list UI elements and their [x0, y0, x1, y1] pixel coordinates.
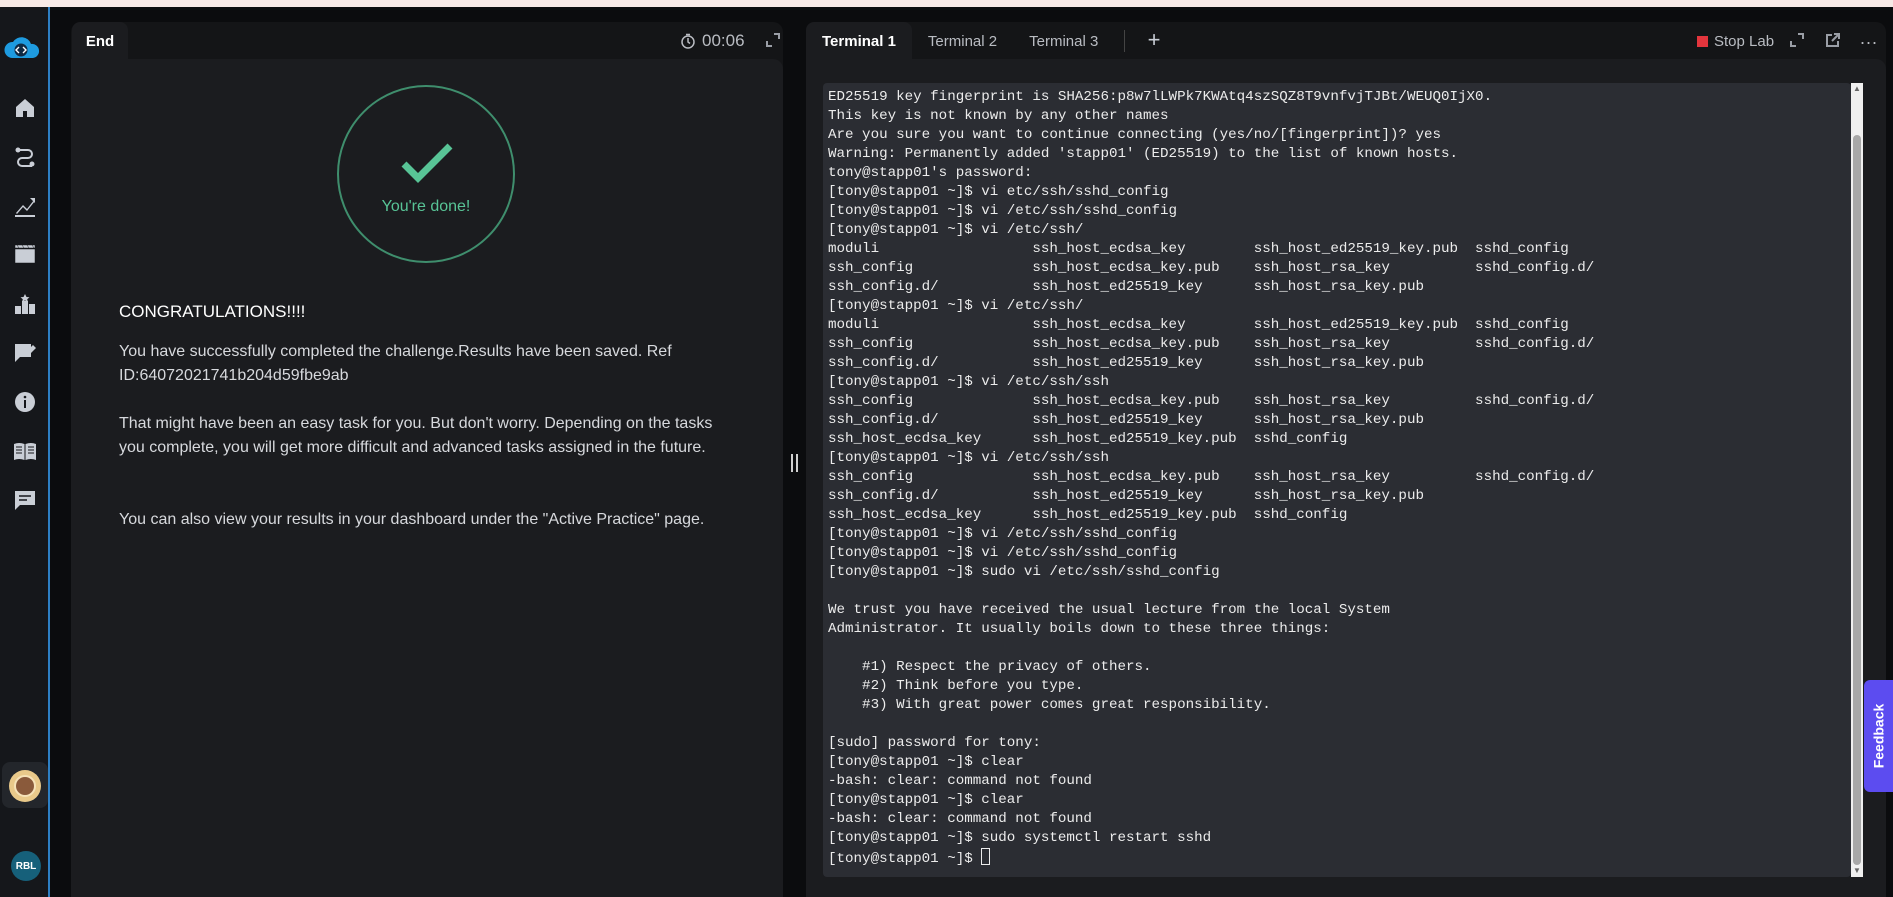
done-text: You're done! [381, 198, 471, 215]
terminal-line: [tony@stapp01 ~]$ vi /etc/ssh/sshd_confi… [828, 203, 1178, 219]
terminal-line: #3) With great power comes great respons… [862, 697, 1271, 713]
feedback-button[interactable]: Feedback [1864, 680, 1893, 792]
timer-value: 00:06 [702, 31, 745, 50]
terminal-line: [tony@stapp01 ~]$ clear [828, 792, 1024, 808]
terminal-line: [tony@stapp01 ~]$ vi /etc/ssh/ [828, 298, 1084, 314]
feedback-label: Feedback [1870, 703, 1887, 769]
home-icon[interactable] [12, 95, 38, 121]
tab-terminal-2[interactable]: Terminal 2 [912, 22, 1013, 60]
terminal-line: [tony@stapp01 ~]$ vi /etc/ssh/ssh [828, 374, 1109, 390]
tab-terminal-3[interactable]: Terminal 3 [1013, 22, 1114, 60]
terminal-line: tony@stapp01's password: [828, 165, 1033, 181]
terminal-line: [tony@stapp01 ~]$ vi /etc/ssh/sshd_confi… [828, 545, 1178, 561]
terminal-line: This key is not known by any other names [828, 108, 1169, 124]
terminal-tabs: Terminal 1 Terminal 2 Terminal 3 [806, 22, 1114, 60]
terminal-line: [tony@stapp01 ~]$ sudo vi /etc/ssh/sshd_… [828, 564, 1220, 580]
terminal-line: -bash: clear: command not found [828, 811, 1092, 827]
panel-splitter[interactable] [789, 454, 799, 472]
terminal-line: ssh_config.d/ ssh_host_ed25519_key ssh_h… [828, 488, 1424, 504]
avatar[interactable] [9, 770, 41, 802]
video-icon[interactable] [12, 242, 38, 268]
terminal-line: Administrator. It usually boils down to … [828, 621, 1331, 637]
avatar-face-icon [14, 775, 36, 797]
terminal-line: ssh_config.d/ ssh_host_ed25519_key ssh_h… [828, 412, 1424, 428]
timer: 00:06 [680, 30, 745, 52]
chat-icon[interactable] [12, 487, 38, 513]
terminal-line: [tony@stapp01 ~]$ vi /etc/ssh/ [828, 222, 1084, 238]
tab-end[interactable]: End [72, 22, 128, 60]
terminal-line: #1) Respect the privacy of others. [862, 659, 1152, 675]
terminal-cursor [981, 848, 991, 865]
scroll-up-icon[interactable]: ▲ [1853, 85, 1861, 93]
terminal-prompt: [tony@stapp01 ~]$ [828, 851, 982, 867]
terminal-line: moduli ssh_host_ecdsa_key ssh_host_ed255… [828, 317, 1569, 333]
terminal-scroll-thumb[interactable] [1853, 135, 1861, 865]
terminal-line: ssh_config ssh_host_ecdsa_key.pub ssh_ho… [828, 336, 1595, 352]
congrats-heading: CONGRATULATIONS!!!! [119, 302, 306, 321]
terminal-line: [tony@stapp01 ~]$ vi /etc/ssh/ssh [828, 450, 1109, 466]
stop-lab-button[interactable]: Stop Lab [1697, 30, 1774, 52]
stopwatch-icon [681, 33, 695, 49]
expand-terminal-icon[interactable] [1790, 33, 1806, 49]
user-initials-badge[interactable]: RBL [11, 851, 41, 881]
add-terminal-button[interactable]: + [1142, 27, 1166, 52]
terminal-line: [tony@stapp01 ~]$ sudo systemctl restart… [828, 830, 1212, 846]
terminal-line: [tony@stapp01 ~]$ vi /etc/ssh/sshd_confi… [828, 526, 1178, 542]
stop-icon [1697, 35, 1708, 47]
terminal-line: Are you sure you want to continue connec… [828, 127, 1441, 143]
more-options-icon[interactable]: ... [1860, 28, 1878, 49]
terminal-line: ssh_host_ecdsa_key ssh_host_ed25519_key.… [828, 431, 1348, 447]
result-message: You have successfully completed the chal… [119, 343, 672, 384]
app-logo-icon[interactable] [2, 34, 42, 64]
terminal-line: ssh_config ssh_host_ecdsa_key.pub ssh_ho… [828, 260, 1595, 276]
roadmap-icon[interactable] [12, 144, 38, 170]
terminal-line: [tony@stapp01 ~]$ vi etc/ssh/sshd_config [828, 184, 1169, 200]
terminal-line: ED25519 key fingerprint is SHA256:p8w7lL… [828, 89, 1493, 105]
terminal-line: [tony@stapp01 ~]$ clear [828, 754, 1024, 770]
expand-icon[interactable] [766, 33, 782, 49]
checkmark-icon [400, 140, 454, 184]
leaderboard-icon[interactable] [12, 291, 38, 317]
terminal-line: #2) Think before you type. [862, 678, 1084, 694]
scroll-down-icon[interactable]: ▼ [1853, 867, 1861, 875]
terminal-line: ssh_config.d/ ssh_host_ed25519_key ssh_h… [828, 279, 1424, 295]
tab-terminal-1[interactable]: Terminal 1 [806, 22, 912, 60]
book-icon[interactable] [12, 438, 38, 464]
dashboard-message: You can also view your results in your d… [119, 511, 705, 528]
terminal-line: Warning: Permanently added 'stapp01' (ED… [828, 146, 1459, 162]
terminal-line: ssh_config ssh_host_ecdsa_key.pub ssh_ho… [828, 469, 1595, 485]
terminal-line: ssh_config.d/ ssh_host_ed25519_key ssh_h… [828, 355, 1424, 371]
top-strip [0, 0, 1893, 7]
tab-divider [1124, 30, 1125, 52]
terminal-output[interactable]: ED25519 key fingerprint is SHA256:p8w7lL… [828, 88, 1848, 869]
terminal-line: ssh_host_ecdsa_key ssh_host_ed25519_key.… [828, 507, 1348, 523]
terminal-line: ssh_config ssh_host_ecdsa_key.pub ssh_ho… [828, 393, 1595, 409]
terminal-line: moduli ssh_host_ecdsa_key ssh_host_ed255… [828, 241, 1569, 257]
sidebar-accent-bar [48, 7, 50, 897]
feedback-notes-icon[interactable] [12, 340, 38, 366]
terminal-lines: ED25519 key fingerprint is SHA256:p8w7lL… [828, 89, 1594, 846]
stop-lab-label: Stop Lab [1714, 32, 1775, 50]
info-icon[interactable] [12, 389, 38, 415]
terminal-line: We trust you have received the usual lec… [828, 602, 1390, 618]
open-external-icon[interactable] [1825, 32, 1843, 50]
encouragement-message: That might have been an easy task for yo… [119, 415, 713, 456]
terminal-line: [sudo] password for tony: [828, 735, 1041, 751]
progress-icon[interactable] [12, 193, 38, 219]
terminal-line: -bash: clear: command not found [828, 773, 1092, 789]
